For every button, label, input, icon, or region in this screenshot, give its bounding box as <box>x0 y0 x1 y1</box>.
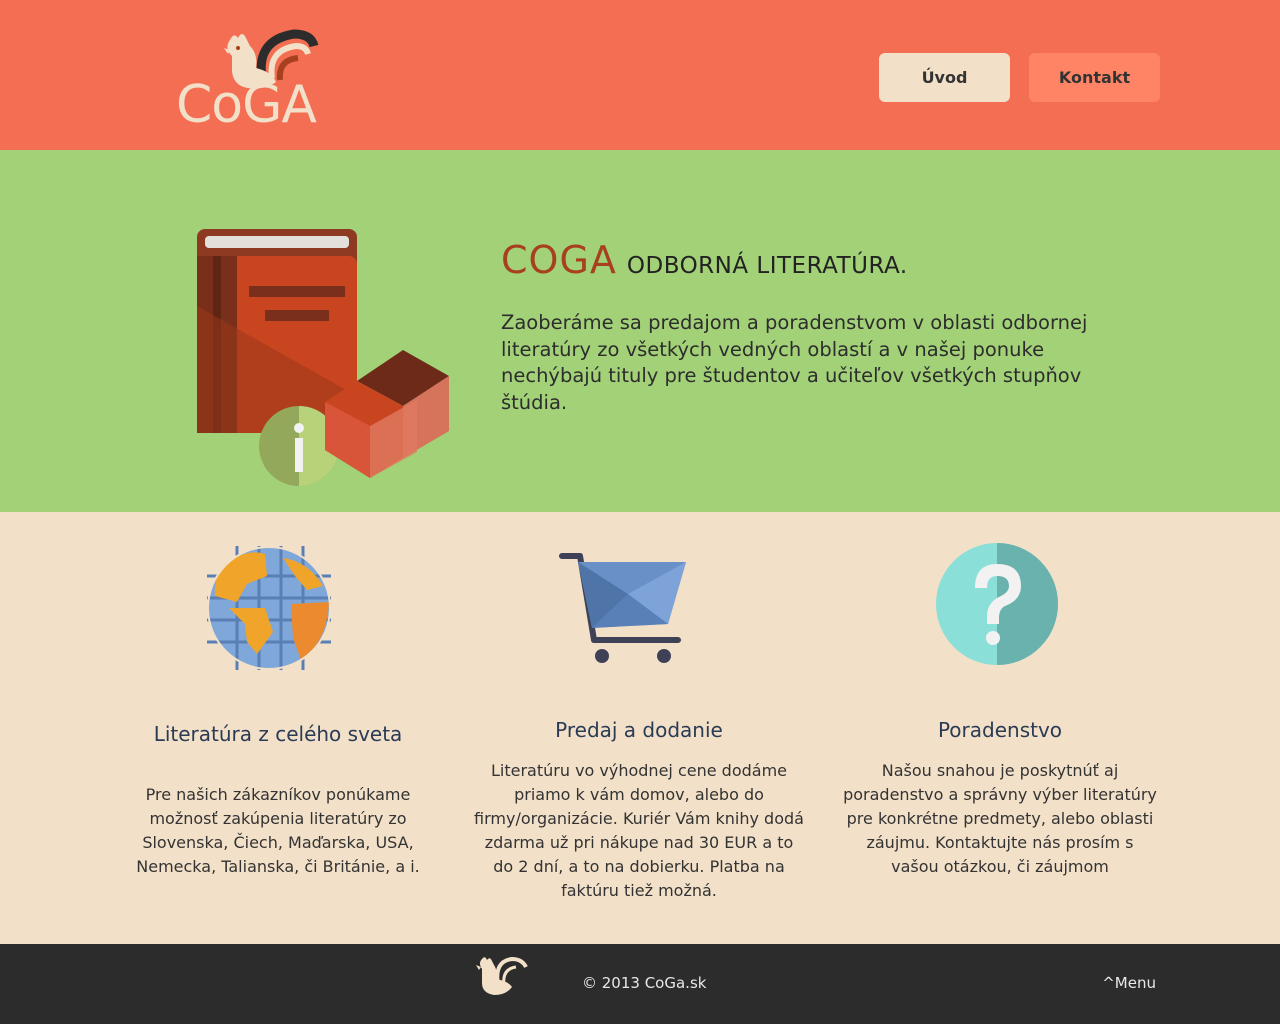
feature-title-world: Literatúra z celého sveta <box>153 722 403 746</box>
feature-text-delivery: Literatúru vo výhodnej cene dodáme priam… <box>474 761 804 900</box>
nav-kontakt-button[interactable]: Kontakt <box>1029 53 1160 102</box>
feature-text-world: Pre našich zákazníkov ponúkame možnosť z… <box>136 785 420 876</box>
book-info-illustration <box>197 229 449 486</box>
hero-heading: COGA ODBORNÁ LITERATÚRA. <box>501 238 908 282</box>
feature-title-advice: Poradenstvo <box>937 718 1063 742</box>
globe-icon <box>207 546 331 670</box>
shopping-cart-icon <box>559 553 686 663</box>
hero-description: Zaoberáme sa predajom a poradenstvom v o… <box>501 311 1088 414</box>
feature-title-delivery: Predaj a dodanie <box>555 718 723 742</box>
nav-uvod-button[interactable]: Úvod <box>879 53 1010 102</box>
hero-subtitle: ODBORNÁ LITERATÚRA. <box>626 253 908 279</box>
question-mark-icon <box>936 543 1058 665</box>
logo-text: CoGA <box>176 75 317 126</box>
coga-logo[interactable]: CoGA <box>176 20 360 126</box>
rooster-footer-logo <box>476 956 528 995</box>
footer-copyright: © 2013 CoGa.sk <box>582 974 707 992</box>
feature-text-advice: Našou snahou je poskytnúť aj poradenstvo… <box>843 761 1157 876</box>
hero-brand: COGA <box>501 238 617 282</box>
back-to-menu-link[interactable]: ^Menu <box>1102 974 1156 992</box>
